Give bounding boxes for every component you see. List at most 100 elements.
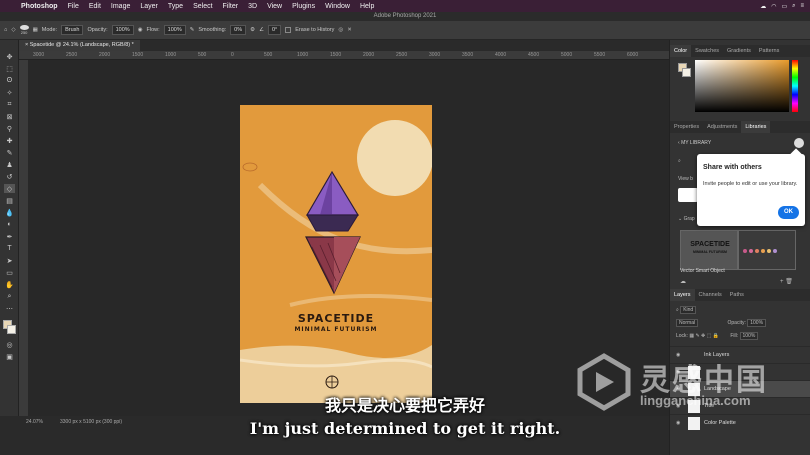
path-select-tool-icon[interactable]: ➤: [4, 256, 15, 265]
menu-filter[interactable]: Filter: [218, 3, 244, 10]
pen-tool-icon[interactable]: ✒: [4, 232, 15, 241]
color-background-swatch[interactable]: [682, 68, 691, 77]
hand-tool-icon[interactable]: ✋: [4, 280, 15, 289]
screen-mode-icon[interactable]: ▣: [4, 352, 15, 361]
control-center-icon[interactable]: ≡: [800, 3, 804, 9]
pressure-opacity-icon[interactable]: ◉: [138, 27, 143, 33]
library-item-thumbnail[interactable]: SPACETIDE MINIMAL FUTURISM: [680, 230, 738, 270]
marquee-tool-icon[interactable]: ⬚: [4, 64, 15, 73]
menu-layer[interactable]: Layer: [135, 3, 163, 10]
tab-gradients[interactable]: Gradients: [723, 45, 755, 57]
gradient-tool-icon[interactable]: ▤: [4, 196, 15, 205]
wifi-icon[interactable]: ◠: [771, 3, 776, 10]
library-actions-icons: + 🗑: [780, 278, 793, 285]
tab-libraries[interactable]: Libraries: [741, 121, 771, 133]
add-item-icon[interactable]: +: [780, 279, 784, 285]
erase-history-checkbox[interactable]: [285, 27, 292, 33]
fill-field[interactable]: 100%: [739, 332, 759, 340]
library-name[interactable]: ‹ MY LIBRARY: [678, 140, 711, 146]
menu-type[interactable]: Type: [163, 3, 188, 10]
airbrush-icon[interactable]: ✎: [190, 27, 195, 33]
menu-3d[interactable]: 3D: [243, 3, 262, 10]
lock-icons[interactable]: ▦ ✎ ✥ ⬚ 🔒: [689, 333, 719, 339]
stamp-tool-icon[interactable]: ♟: [4, 160, 15, 169]
layer-filter[interactable]: ⌕ Kind: [676, 306, 697, 314]
brush-settings-icon[interactable]: ▦: [33, 27, 38, 33]
frame-tool-icon[interactable]: ⊠: [4, 112, 15, 121]
dodge-tool-icon[interactable]: ◐: [4, 220, 15, 229]
history-brush-icon[interactable]: ↺: [4, 172, 15, 181]
lasso-tool-icon[interactable]: ʘ: [4, 76, 15, 85]
ok-button[interactable]: OK: [778, 206, 799, 219]
tab-swatches[interactable]: Swatches: [691, 45, 723, 57]
mode-select[interactable]: Brush: [61, 25, 84, 35]
document-tab[interactable]: × Spacetide @ 24.1% (Landscape, RGB/8) *: [19, 40, 140, 51]
color-picker-field[interactable]: [695, 60, 789, 112]
blend-mode-select[interactable]: Normal: [676, 319, 699, 327]
menu-window[interactable]: Window: [320, 3, 355, 10]
lock-label: Lock:: [676, 333, 688, 339]
cursor-ring: [242, 162, 258, 172]
layer-opacity-field[interactable]: 100%: [747, 319, 767, 327]
more-tools-icon[interactable]: ⋯: [4, 304, 15, 313]
options-bar: ⌂ ◇ 250 ▦ Mode: Brush Opacity: 100% ◉ Fl…: [0, 21, 810, 40]
smoothing-settings-icon[interactable]: ⚙: [250, 27, 255, 33]
menu-image[interactable]: Image: [106, 3, 135, 10]
library-search-icon[interactable]: ⌕: [678, 158, 681, 164]
ruler-mark: 1500: [330, 52, 342, 58]
library-color-swatches[interactable]: [738, 230, 796, 270]
shape-tool-icon[interactable]: ▭: [4, 268, 15, 277]
brush-tool-icon[interactable]: ✎: [4, 148, 15, 157]
cloud-sync-icon[interactable]: ☁: [680, 278, 686, 285]
delete-icon[interactable]: 🗑: [785, 279, 793, 285]
eraser-tool-icon[interactable]: ◇: [11, 27, 15, 33]
menu-view[interactable]: View: [262, 3, 287, 10]
flow-field[interactable]: 100%: [163, 25, 186, 35]
poster-artboard[interactable]: SPACETIDE MINIMAL FUTURISM: [240, 105, 432, 403]
menu-help[interactable]: Help: [355, 3, 379, 10]
share-library-icon[interactable]: [794, 138, 804, 148]
color-swatch-dot: [755, 249, 759, 253]
tab-channels[interactable]: Channels: [695, 289, 726, 301]
menu-plugins[interactable]: Plugins: [287, 3, 320, 10]
vertical-ruler: [19, 60, 28, 416]
tab-properties[interactable]: Properties: [670, 121, 703, 133]
symmetry-icon[interactable]: ⨯: [347, 27, 352, 33]
hue-slider[interactable]: [792, 60, 798, 112]
eraser-tool-icon[interactable]: ◇: [4, 184, 15, 193]
canvas-area[interactable]: SPACETIDE MINIMAL FUTURISM: [28, 60, 669, 416]
menu-edit[interactable]: Edit: [84, 3, 106, 10]
zoom-tool-icon[interactable]: ⌕: [4, 292, 15, 301]
tab-color[interactable]: Color: [670, 45, 692, 57]
quick-mask-icon[interactable]: ◎: [4, 340, 15, 349]
tab-patterns[interactable]: Patterns: [755, 45, 783, 57]
opacity-field[interactable]: 100%: [111, 25, 134, 35]
tab-adjustments[interactable]: Adjustments: [703, 121, 741, 133]
cloud-icon[interactable]: ☁: [760, 3, 766, 10]
blur-tool-icon[interactable]: 💧: [4, 208, 15, 217]
tab-layers[interactable]: Layers: [670, 289, 695, 301]
background-color-swatch[interactable]: [7, 325, 16, 334]
type-tool-icon[interactable]: T: [4, 244, 15, 253]
home-icon[interactable]: ⌂: [4, 27, 7, 33]
angle-field[interactable]: 0°: [268, 25, 282, 35]
search-icon[interactable]: ⌕: [792, 3, 795, 10]
move-tool-icon[interactable]: ✥: [4, 52, 15, 61]
menu-photoshop[interactable]: Photoshop: [16, 3, 63, 10]
library-add-field[interactable]: [678, 188, 698, 202]
layer-filter-kind[interactable]: Kind: [680, 306, 697, 314]
menu-select[interactable]: Select: [188, 3, 217, 10]
pressure-size-icon[interactable]: ◎: [338, 27, 343, 33]
eyedropper-tool-icon[interactable]: ⚲: [4, 124, 15, 133]
brush-size-preview[interactable]: 250: [19, 25, 29, 35]
smoothing-label: Smoothing:: [198, 27, 227, 33]
smoothing-field[interactable]: 0%: [230, 25, 247, 35]
healing-tool-icon[interactable]: ✚: [4, 136, 15, 145]
crop-tool-icon[interactable]: ⌗: [4, 100, 15, 109]
menu-file[interactable]: File: [63, 3, 84, 10]
tab-paths[interactable]: Paths: [726, 289, 748, 301]
battery-icon[interactable]: ▭: [781, 3, 787, 10]
magic-wand-tool-icon[interactable]: ✧: [4, 88, 15, 97]
library-panel-tabs: Properties Adjustments Libraries: [670, 121, 810, 133]
color-swatch-dot: [773, 249, 777, 253]
